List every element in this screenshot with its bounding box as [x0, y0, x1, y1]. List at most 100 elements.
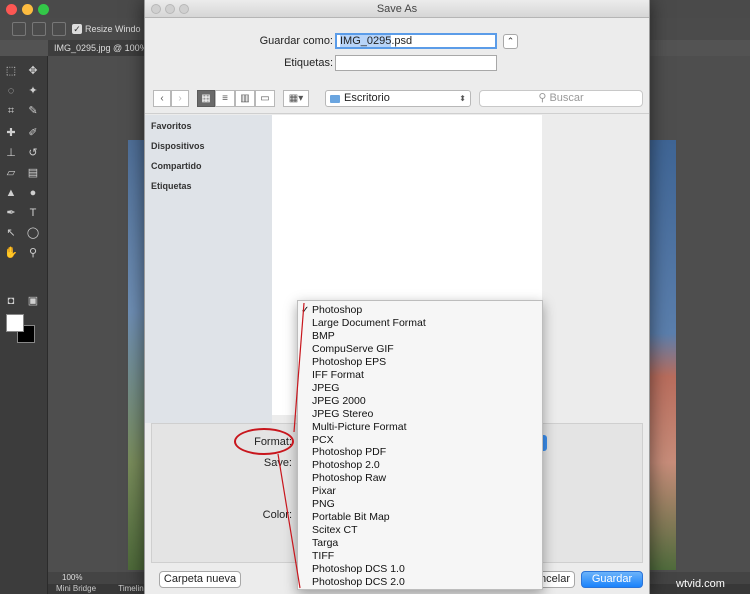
- column-view-icon[interactable]: ▥: [235, 90, 255, 107]
- icon-view-icon[interactable]: ▦: [197, 90, 215, 107]
- format-menu-item[interactable]: IFF Format: [298, 369, 542, 382]
- location-label: Escritorio: [344, 92, 390, 104]
- eraser-tool-icon[interactable]: ▱: [4, 166, 18, 180]
- brush-tool-icon[interactable]: ✐: [26, 126, 40, 140]
- dodge-tool-icon[interactable]: ●: [26, 186, 40, 200]
- move-tool-icon[interactable]: ✥: [26, 64, 40, 78]
- healing-brush-icon[interactable]: ✚: [4, 126, 18, 140]
- search-icon: ⚲: [538, 92, 547, 104]
- document-tab[interactable]: IMG_0295.jpg @ 100%: [48, 40, 150, 56]
- format-menu-item[interactable]: ✓ Photoshop: [298, 304, 542, 317]
- format-menu-item-label: TIFF: [312, 550, 335, 563]
- resize-windows-checkbox[interactable]: ✓ Resize Windo: [72, 24, 141, 34]
- format-menu-item-label: CompuServe GIF: [312, 342, 394, 355]
- format-menu-item[interactable]: Targa: [298, 537, 542, 550]
- save-button[interactable]: Guardar: [581, 571, 643, 588]
- screen-mode-icon[interactable]: ▣: [26, 294, 40, 308]
- format-menu-item-label: IFF Format: [312, 368, 364, 381]
- folder-icon: [330, 95, 340, 103]
- eyedropper-icon[interactable]: ✎: [26, 104, 40, 118]
- sidebar-item-compartido[interactable]: Compartido: [151, 161, 202, 171]
- sidebar-item-favoritos[interactable]: Favoritos: [151, 121, 192, 131]
- expand-dialog-icon[interactable]: ⌃: [503, 33, 518, 49]
- forward-icon[interactable]: ›: [171, 90, 189, 107]
- format-menu-item[interactable]: Scitex CT: [298, 524, 542, 537]
- zoom-level: 100%: [62, 573, 83, 582]
- checkmark-icon: ✓: [72, 24, 82, 34]
- crop-tool-icon[interactable]: ⌗: [4, 104, 18, 118]
- dialog-zoom-icon[interactable]: [179, 4, 189, 14]
- format-menu-item[interactable]: Photoshop DCS 2.0: [298, 576, 542, 589]
- search-field[interactable]: ⚲ Buscar: [479, 90, 643, 107]
- color-label: Color:: [262, 509, 292, 521]
- magic-wand-icon[interactable]: ✦: [26, 84, 40, 98]
- format-menu-item[interactable]: PNG: [298, 498, 542, 511]
- blur-tool-icon[interactable]: ▲: [4, 186, 18, 200]
- format-menu-item-label: Photoshop DCS 2.0: [312, 575, 405, 588]
- format-menu-item[interactable]: Photoshop EPS: [298, 356, 542, 369]
- browser-toolbar: ‹ › ▦ ≡ ▥ ▭ ▦▾ Escritorio ⬍ ⚲ Buscar: [145, 82, 649, 114]
- sidebar-item-dispositivos[interactable]: Dispositivos: [151, 141, 205, 151]
- format-menu-item-label: Targa: [312, 537, 339, 550]
- format-menu-item-label: Scitex CT: [312, 524, 358, 537]
- format-menu-item-label: Large Document Format: [312, 316, 426, 329]
- filename-input[interactable]: IMG_0295.psd: [335, 33, 497, 49]
- zoom-tool-icon[interactable]: [12, 22, 26, 36]
- format-menu-item[interactable]: PCX: [298, 434, 542, 447]
- format-menu-item-label: Photoshop PDF: [312, 446, 387, 459]
- minimize-window-icon[interactable]: [22, 4, 33, 15]
- format-menu-item-label: Portable Bit Map: [312, 511, 390, 524]
- tags-label: Etiquetas:: [284, 57, 333, 69]
- format-menu-item[interactable]: Multi-Picture Format: [298, 421, 542, 434]
- tags-input[interactable]: [335, 55, 497, 71]
- path-selection-icon[interactable]: ↖: [4, 226, 18, 240]
- format-dropdown-menu: ✓ Photoshop Large Document Format BMP CompuS…: [297, 300, 543, 590]
- format-menu-item[interactable]: JPEG Stereo: [298, 408, 542, 421]
- coverflow-view-icon[interactable]: ▭: [255, 90, 275, 107]
- dialog-minimize-icon[interactable]: [165, 4, 175, 14]
- format-menu-item[interactable]: Photoshop 2.0: [298, 459, 542, 472]
- pen-tool-icon[interactable]: ✒: [4, 206, 18, 220]
- zoom-in-icon[interactable]: [32, 22, 46, 36]
- dialog-title-bar: Save As: [145, 0, 649, 18]
- format-menu-item[interactable]: JPEG 2000: [298, 395, 542, 408]
- history-brush-icon[interactable]: ↺: [26, 146, 40, 160]
- format-menu-item-label: Multi-Picture Format: [312, 420, 407, 433]
- hand-tool-icon[interactable]: ✋: [4, 246, 18, 260]
- format-menu-item-label: Pixar: [312, 485, 336, 498]
- location-popup[interactable]: Escritorio ⬍: [325, 90, 471, 107]
- zoom-tool-panel-icon[interactable]: ⚲: [26, 246, 40, 260]
- shape-tool-icon[interactable]: ◯: [26, 226, 40, 240]
- close-window-icon[interactable]: [6, 4, 17, 15]
- type-tool-icon[interactable]: T: [26, 206, 40, 220]
- dialog-close-icon[interactable]: [151, 4, 161, 14]
- marquee-tool-icon[interactable]: ⬚: [4, 64, 18, 78]
- format-menu-item[interactable]: Large Document Format: [298, 317, 542, 330]
- back-icon[interactable]: ‹: [153, 90, 171, 107]
- lasso-tool-icon[interactable]: ◌: [4, 84, 18, 98]
- format-menu-item[interactable]: Portable Bit Map: [298, 511, 542, 524]
- format-menu-item[interactable]: BMP: [298, 330, 542, 343]
- format-menu-item[interactable]: TIFF: [298, 550, 542, 563]
- gradient-tool-icon[interactable]: ▤: [26, 166, 40, 180]
- format-menu-item-label: PCX: [312, 433, 334, 446]
- sidebar-item-etiquetas[interactable]: Etiquetas: [151, 181, 192, 191]
- stamp-tool-icon[interactable]: ⊥: [4, 146, 18, 160]
- format-menu-item[interactable]: Pixar: [298, 485, 542, 498]
- format-menu-item[interactable]: CompuServe GIF: [298, 343, 542, 356]
- format-menu-item[interactable]: Photoshop PDF: [298, 446, 542, 459]
- format-menu-item-label: JPEG 2000: [312, 394, 366, 407]
- photo-edge-right: [650, 140, 676, 570]
- zoom-window-icon[interactable]: [38, 4, 49, 15]
- format-menu-item-label: Photoshop EPS: [312, 355, 387, 368]
- format-menu-item[interactable]: JPEG: [298, 382, 542, 395]
- format-menu-item[interactable]: Photoshop DCS 1.0: [298, 563, 542, 576]
- tab-mini-bridge[interactable]: Mini Bridge: [56, 584, 96, 593]
- quick-mask-icon[interactable]: ◘: [4, 294, 18, 308]
- zoom-out-icon[interactable]: [52, 22, 66, 36]
- new-folder-button[interactable]: Carpeta nueva: [159, 571, 241, 588]
- list-view-icon[interactable]: ≡: [215, 90, 235, 107]
- arrange-icon[interactable]: ▦▾: [283, 90, 309, 107]
- format-menu-item[interactable]: Photoshop Raw: [298, 472, 542, 485]
- foreground-color-swatch[interactable]: [6, 314, 24, 332]
